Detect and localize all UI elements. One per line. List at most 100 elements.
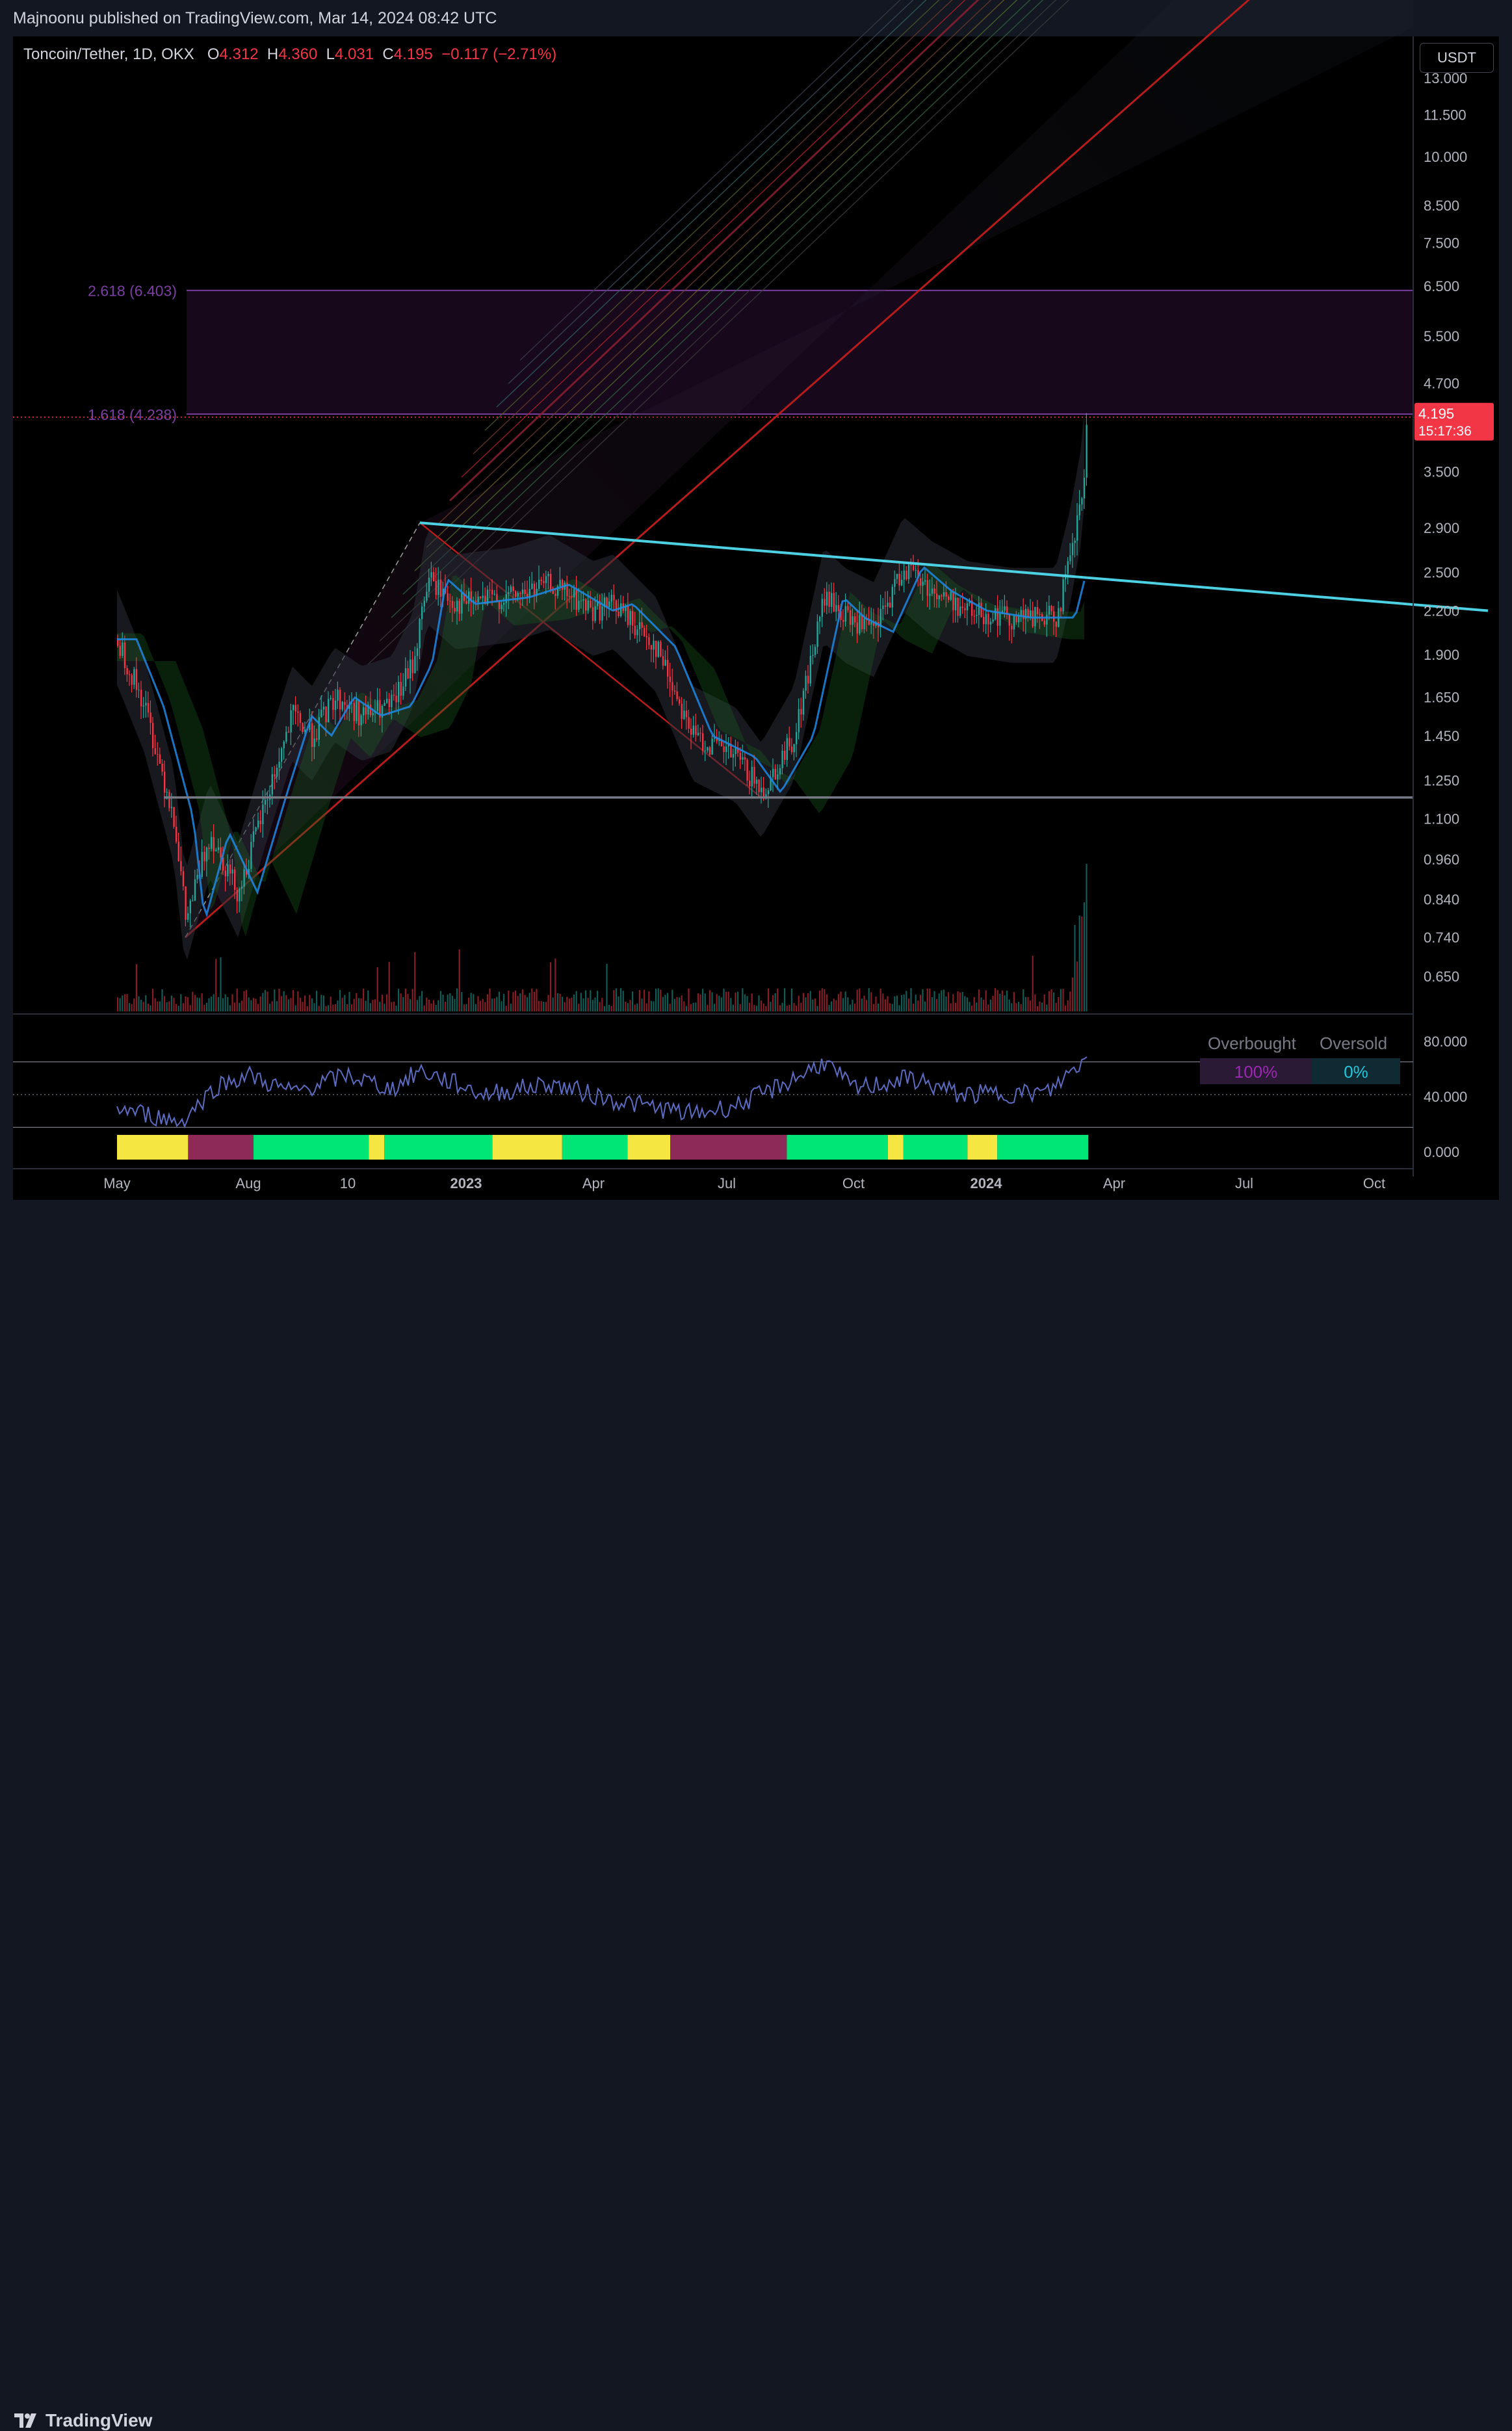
volume-bar <box>306 1006 308 1011</box>
candle-body <box>344 701 346 705</box>
volume-bar <box>655 989 657 1011</box>
y-tick-label: 6.500 <box>1424 278 1459 294</box>
candle-body <box>276 768 278 777</box>
volume-bar <box>601 998 603 1011</box>
volume-bar <box>508 990 510 1011</box>
candle-body <box>328 699 330 723</box>
volume-bar <box>231 994 233 1011</box>
candle-body <box>334 700 337 710</box>
heatmap-segment <box>787 1135 888 1160</box>
candle-body <box>150 712 151 723</box>
volume-bar <box>683 1001 685 1011</box>
volume-bar <box>688 988 690 1011</box>
candle-body <box>1086 424 1088 478</box>
candle-body <box>458 601 460 614</box>
volume-bar <box>571 997 573 1011</box>
candle-body <box>816 621 818 647</box>
volume-bar <box>880 989 881 1011</box>
volume-bar <box>1030 1000 1032 1011</box>
volume-bar <box>161 989 163 1011</box>
volume-bar <box>1071 977 1073 1011</box>
volume-bar <box>767 988 769 1011</box>
candle-body <box>318 717 320 740</box>
volume-bar <box>650 1000 652 1011</box>
volume-bar <box>250 1000 252 1011</box>
volume-bar <box>187 997 189 1011</box>
tradingview-logo-icon <box>14 2413 36 2428</box>
currency-button[interactable]: USDT <box>1420 43 1494 73</box>
volume-bar <box>374 999 376 1011</box>
candle-body <box>543 580 545 584</box>
candle-body <box>562 580 564 590</box>
candle-body <box>744 757 746 760</box>
volume-bar <box>840 991 842 1011</box>
volume-bar <box>414 952 416 1011</box>
volume-bar <box>842 998 844 1011</box>
volume-bar <box>809 991 811 1011</box>
candle-body <box>410 659 411 679</box>
volume-bar <box>755 1006 757 1011</box>
volume-bar <box>964 996 966 1011</box>
volume-bar <box>122 995 124 1011</box>
candle-body <box>594 606 596 621</box>
open-label: O <box>207 46 220 63</box>
price-chart[interactable]: 2.618 (6.403)1.618 (4.238) 13.00011.5001… <box>0 0 1512 1245</box>
volume-bar <box>1055 1002 1057 1011</box>
volume-bar <box>473 994 475 1011</box>
volume-bar <box>824 989 826 1011</box>
volume-bar <box>1050 989 1052 1011</box>
volume-bar <box>763 1003 764 1011</box>
symbol-name[interactable]: Toncoin/Tether, 1D, OKX <box>23 46 194 63</box>
volume-bar <box>353 998 355 1011</box>
volume-bar <box>458 949 460 1011</box>
candle-body <box>129 674 131 675</box>
candle-body <box>789 738 790 747</box>
volume-bar <box>868 988 870 1011</box>
tradingview-logo[interactable]: TradingView <box>14 2410 152 2431</box>
fib-level-label: 2.618 (6.403) <box>88 283 177 300</box>
candle-body <box>423 601 425 607</box>
volume-bar <box>199 998 201 1011</box>
candle-body <box>882 605 884 609</box>
candle-body <box>648 637 650 645</box>
candle-body <box>978 603 980 616</box>
candle-body <box>416 648 419 656</box>
volume-bar <box>828 1005 830 1011</box>
volume-bar <box>847 997 849 1011</box>
volume-bar <box>744 994 746 1011</box>
overbought-value: 100% <box>1234 1062 1278 1082</box>
heatmap-segment <box>384 1135 493 1160</box>
candle-body <box>250 841 252 869</box>
volume-bar <box>554 958 556 1011</box>
volume-bar <box>978 989 980 1011</box>
volume-bar <box>870 992 872 1011</box>
candle-body <box>906 570 907 580</box>
volume-bar <box>774 993 776 1011</box>
candle-body <box>302 723 304 733</box>
volume-bar <box>1006 991 1008 1011</box>
volume-bar <box>629 1000 631 1011</box>
candle-body <box>828 592 830 607</box>
volume-bar <box>976 1002 978 1011</box>
candle-body <box>433 572 435 581</box>
volume-bar <box>515 991 517 1011</box>
candle-body <box>644 627 645 636</box>
candle-body <box>976 615 978 616</box>
candle-body <box>849 610 852 625</box>
volume-bar <box>784 988 786 1011</box>
volume-bar <box>625 1002 627 1011</box>
candle-body <box>1011 625 1013 630</box>
volume-bar <box>770 1002 772 1011</box>
volume-bar <box>456 988 458 1011</box>
volume-bar <box>1041 1002 1043 1011</box>
candle-body <box>119 645 121 656</box>
candle-body <box>147 703 150 713</box>
volume-bar <box>662 996 664 1011</box>
volume-bar <box>723 988 725 1011</box>
candle-body <box>676 691 678 699</box>
x-tick-label: 2024 <box>971 1175 1003 1191</box>
candle-body <box>1062 579 1064 612</box>
candle-body <box>587 601 589 611</box>
candle-body <box>1055 621 1057 627</box>
y-tick-label: 11.500 <box>1424 107 1466 124</box>
